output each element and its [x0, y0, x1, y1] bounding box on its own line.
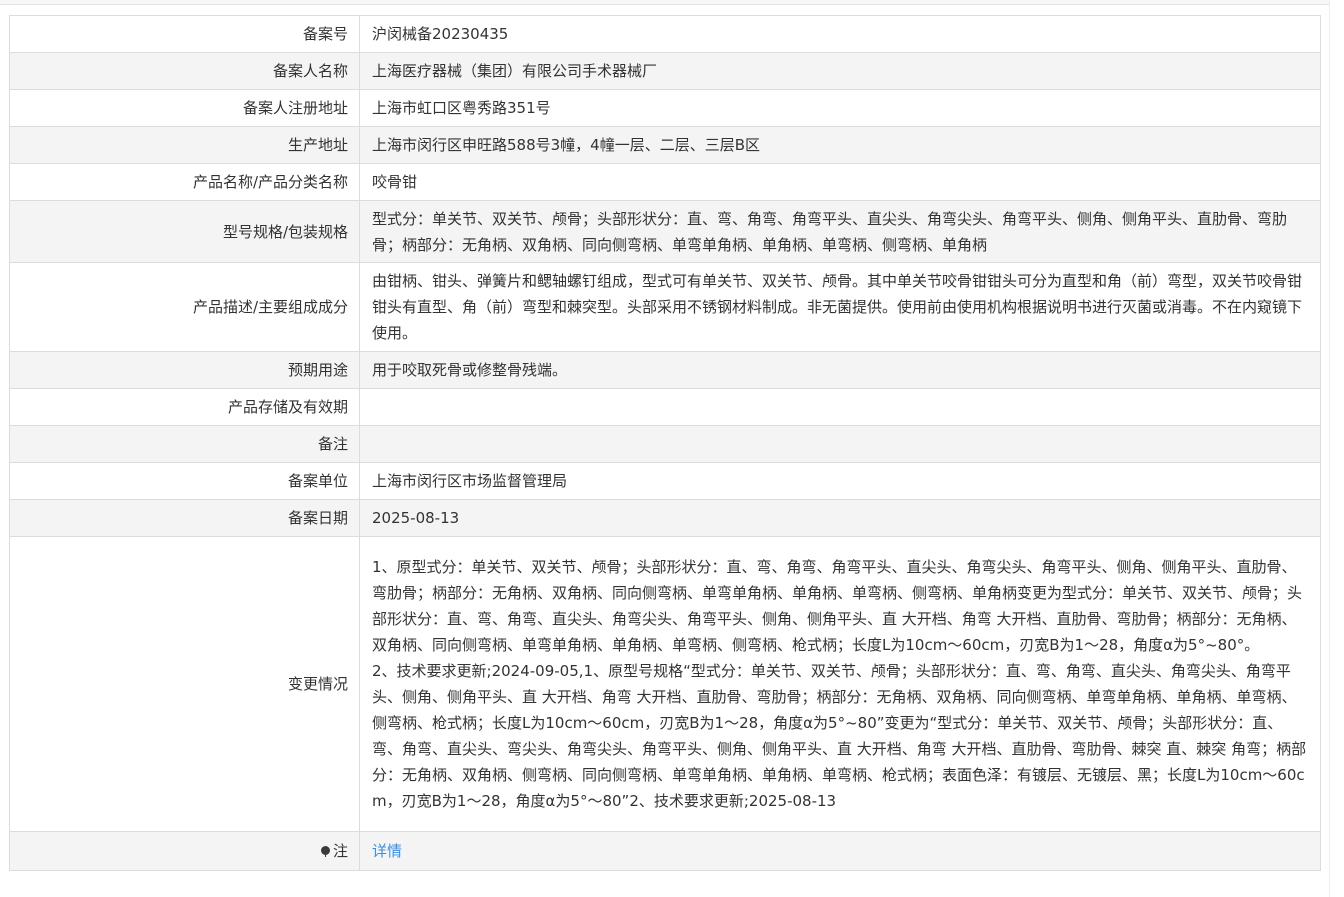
row-label: 备案人名称	[9, 52, 360, 90]
row-value: 上海市虹口区粤秀路351号	[359, 89, 1321, 127]
row-value: 型式分：单关节、双关节、颅骨；头部形状分：直、弯、角弯、角弯平头、直尖头、角弯尖…	[359, 200, 1321, 263]
table-row: 型号规格/包装规格 型式分：单关节、双关节、颅骨；头部形状分：直、弯、角弯、角弯…	[9, 200, 1321, 263]
row-label: 产品存储及有效期	[9, 388, 360, 426]
row-label: 备注	[9, 425, 360, 463]
row-value: 由钳柄、钳头、弹簧片和鳃轴螺钉组成，型式可有单关节、双关节、颅骨。其中单关节咬骨…	[359, 262, 1321, 352]
row-value: 咬骨钳	[359, 163, 1321, 201]
note-value-cell: 详情	[359, 831, 1321, 871]
row-value	[359, 425, 1321, 463]
table-row: 备注	[9, 425, 1321, 463]
scrollbar[interactable]	[1329, 0, 1344, 897]
pin-icon	[320, 846, 330, 857]
record-detail-table: 备案号 沪闵械备20230435 备案人名称 上海医疗器械（集团）有限公司手术器…	[9, 15, 1321, 871]
table-row: 备案人注册地址 上海市虹口区粤秀路351号	[9, 89, 1321, 127]
row-value: 2025-08-13	[359, 499, 1321, 537]
top-border	[0, 0, 1344, 5]
change-item-1: 1、原型式分：单关节、双关节、颅骨；头部形状分：直、弯、角弯、角弯平头、直尖头、…	[372, 558, 1303, 654]
row-value: 上海医疗器械（集团）有限公司手术器械厂	[359, 52, 1321, 90]
table-row: 产品名称/产品分类名称 咬骨钳	[9, 163, 1321, 201]
table-row: 备案单位 上海市闵行区市场监督管理局	[9, 462, 1321, 500]
row-value: 上海市闵行区市场监督管理局	[359, 462, 1321, 500]
row-label: 备案单位	[9, 462, 360, 500]
row-label: 产品名称/产品分类名称	[9, 163, 360, 201]
change-item-2: 2、技术要求更新;2024-09-05,1、原型号规格“型式分：单关节、双关节、…	[372, 662, 1307, 810]
row-value: 用于咬取死骨或修整骨残端。	[359, 351, 1321, 389]
row-value: 上海市闵行区申旺路588号3幢，4幢一层、二层、三层B区	[359, 126, 1321, 164]
note-label-cell: 注	[9, 831, 360, 871]
row-label: 生产地址	[9, 126, 360, 164]
table-row: 产品描述/主要组成成分 由钳柄、钳头、弹簧片和鳃轴螺钉组成，型式可有单关节、双关…	[9, 262, 1321, 352]
table-row: 备案号 沪闵械备20230435	[9, 15, 1321, 53]
note-label: 注	[332, 842, 348, 860]
changes-label: 变更情况	[9, 536, 360, 832]
row-label: 备案号	[9, 15, 360, 53]
table-row: 备案人名称 上海医疗器械（集团）有限公司手术器械厂	[9, 52, 1321, 90]
table-row: 备案日期 2025-08-13	[9, 499, 1321, 537]
table-row: 产品存储及有效期	[9, 388, 1321, 426]
table-row: 预期用途 用于咬取死骨或修整骨残端。	[9, 351, 1321, 389]
table-row: 生产地址 上海市闵行区申旺路588号3幢，4幢一层、二层、三层B区	[9, 126, 1321, 164]
row-label: 备案日期	[9, 499, 360, 537]
row-label: 备案人注册地址	[9, 89, 360, 127]
row-label: 型号规格/包装规格	[9, 200, 360, 263]
table-row-changes: 变更情况 1、原型式分：单关节、双关节、颅骨；头部形状分：直、弯、角弯、角弯平头…	[9, 536, 1321, 832]
details-link[interactable]: 详情	[372, 842, 402, 860]
row-label: 产品描述/主要组成成分	[9, 262, 360, 352]
row-label: 预期用途	[9, 351, 360, 389]
changes-value: 1、原型式分：单关节、双关节、颅骨；头部形状分：直、弯、角弯、角弯平头、直尖头、…	[359, 536, 1321, 832]
row-value	[359, 388, 1321, 426]
row-value: 沪闵械备20230435	[359, 15, 1321, 53]
table-row-note: 注 详情	[9, 831, 1321, 871]
